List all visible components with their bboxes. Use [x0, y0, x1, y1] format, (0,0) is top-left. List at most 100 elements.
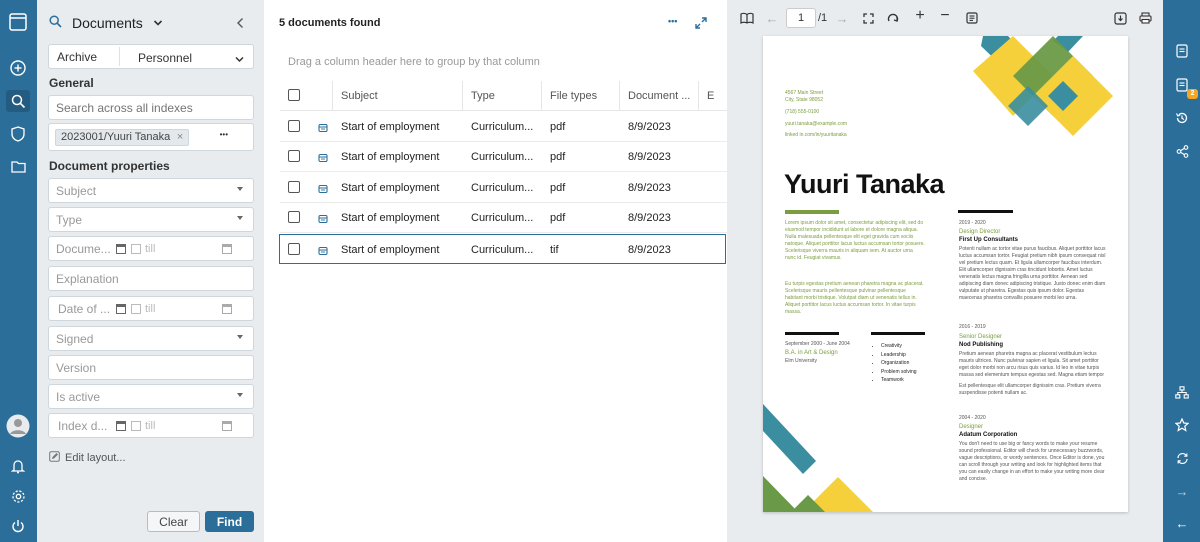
job-description-extra: Est pellentesque elit ullamcorper dignis…	[959, 383, 1101, 396]
page-total: /1	[818, 12, 828, 24]
remove-tag-icon[interactable]: ×	[177, 131, 183, 143]
more-options-icon[interactable]: •••	[220, 130, 228, 139]
collapse-panel-icon[interactable]	[236, 17, 244, 32]
search-icon[interactable]	[6, 90, 30, 112]
zoom-out-icon[interactable]: −	[937, 7, 953, 24]
document-properties-icon[interactable]	[964, 10, 980, 26]
row-checkbox[interactable]	[288, 150, 300, 162]
search-input[interactable]	[48, 95, 254, 120]
signed-select[interactable]: Signed	[48, 326, 254, 351]
star-icon[interactable]	[1175, 418, 1189, 432]
column-header-subject[interactable]: Subject	[332, 81, 462, 111]
general-heading: General	[49, 76, 94, 90]
till-checkbox[interactable]	[131, 421, 141, 431]
arrow-right-icon[interactable]: →	[1175, 484, 1189, 499]
calendar-icon[interactable]	[116, 421, 126, 431]
document-type-icon	[318, 122, 328, 136]
left-rail	[0, 0, 37, 542]
zoom-in-icon[interactable]: +	[912, 7, 928, 24]
calendar-icon[interactable]	[116, 304, 126, 314]
arrow-right-icon[interactable]: →	[834, 10, 850, 26]
more-options-icon[interactable]: •••	[668, 16, 677, 26]
index-date-range[interactable]: Index d... till	[48, 413, 254, 438]
bell-icon[interactable]	[8, 456, 28, 476]
column-header-document-date[interactable]: Document ...	[619, 81, 698, 111]
arrow-left-icon[interactable]: ←	[1175, 516, 1189, 531]
resume-name: Yuuri Tanaka	[784, 169, 945, 199]
chevron-down-icon[interactable]	[153, 16, 163, 30]
resume-address-line: City, State 98052	[785, 97, 823, 103]
gear-icon[interactable]	[8, 486, 28, 506]
till-checkbox[interactable]	[131, 304, 141, 314]
column-header-file-types[interactable]: File types	[541, 81, 619, 111]
archive-value: Personnel	[138, 51, 193, 65]
folder-icon[interactable]	[8, 156, 28, 176]
type-select[interactable]: Type	[48, 207, 254, 232]
version-placeholder: Version	[56, 360, 97, 375]
till-checkbox[interactable]	[131, 244, 141, 254]
document-icon[interactable]	[1175, 44, 1189, 58]
edit-layout-link[interactable]: Edit layout...	[49, 451, 126, 465]
date-of-range[interactable]: Date of ... till	[48, 296, 254, 321]
calendar-icon[interactable]	[116, 244, 126, 254]
table-row[interactable]: Start of employment Curriculum... pdf 8/9/2…	[280, 142, 727, 172]
sync-icon[interactable]	[1175, 451, 1189, 465]
resume-phone: (718) 555-0100	[785, 109, 820, 115]
column-header-type[interactable]: Type	[462, 81, 541, 111]
row-checkbox[interactable]	[288, 211, 300, 223]
rotate-icon[interactable]	[885, 10, 901, 26]
add-icon[interactable]	[8, 58, 28, 78]
book-icon[interactable]	[739, 10, 755, 26]
table-row[interactable]: Start of employment Curriculum... pdf 8/9/2…	[280, 112, 727, 142]
job-dates: 2004 - 2020	[959, 415, 986, 421]
resume-intro-2: Eu turpis egestas pretium aenean pharetr…	[785, 281, 924, 315]
history-icon[interactable]	[1175, 111, 1189, 125]
calendar-icon[interactable]	[222, 304, 232, 314]
row-checkbox[interactable]	[288, 243, 300, 255]
calendar-icon[interactable]	[222, 244, 232, 254]
column-header-e[interactable]: E	[698, 81, 727, 111]
explanation-field[interactable]: Explanation	[48, 266, 254, 291]
panel-title[interactable]: Documents	[72, 15, 143, 31]
archive-select[interactable]: Archive Personnel	[48, 44, 254, 69]
document-date-range[interactable]: Docume... till	[48, 236, 254, 261]
cell-subject: Start of employment	[341, 212, 440, 224]
power-icon[interactable]	[8, 516, 28, 536]
app-logo-icon[interactable]	[8, 12, 28, 32]
table-header: Subject Type File types Document ... E	[280, 81, 727, 111]
row-checkbox[interactable]	[288, 120, 300, 132]
version-field[interactable]: Version	[48, 355, 254, 380]
expand-icon[interactable]	[695, 17, 707, 32]
table-row[interactable]: Start of employment Curriculum... tif 8/9/2…	[279, 234, 726, 264]
document-type-icon	[318, 213, 328, 227]
shield-icon[interactable]	[8, 124, 28, 144]
download-icon[interactable]	[1112, 10, 1128, 26]
select-all-checkbox[interactable]	[288, 89, 300, 101]
table-row[interactable]: Start of employment Curriculum... pdf 8/9/2…	[280, 203, 727, 233]
skill-item: Teamwork	[881, 376, 917, 385]
cell-subject: Start of employment	[341, 151, 440, 163]
is-active-select[interactable]: Is active	[48, 384, 254, 409]
document-type-icon	[318, 245, 328, 259]
group-by-hint[interactable]: Drag a column header here to group by th…	[288, 56, 540, 68]
arrow-left-icon[interactable]: ←	[764, 10, 780, 26]
hierarchy-icon[interactable]	[1175, 385, 1189, 399]
print-icon[interactable]	[1137, 10, 1153, 26]
tag-field[interactable]: 2023001/Yuuri Tanaka × •••	[48, 123, 254, 151]
table-row[interactable]: Start of employment Curriculum... pdf 8/9/2…	[280, 173, 727, 203]
subject-select[interactable]: Subject	[48, 178, 254, 203]
results-count: 5 documents found	[279, 17, 381, 29]
row-checkbox[interactable]	[288, 181, 300, 193]
calendar-icon[interactable]	[222, 421, 232, 431]
clear-button[interactable]: Clear	[147, 511, 200, 532]
find-button[interactable]: Find	[205, 511, 254, 532]
skill-item: Problem solving	[881, 368, 917, 377]
page-number-input[interactable]: 1	[786, 8, 816, 28]
results-panel: 5 documents found ••• Drag a column head…	[264, 0, 727, 542]
date-of-placeholder: Date of ...	[58, 301, 111, 316]
cell-document-date: 8/9/2023	[628, 212, 671, 224]
share-icon[interactable]	[1175, 144, 1189, 158]
avatar[interactable]	[6, 414, 30, 438]
fit-page-icon[interactable]	[860, 10, 876, 26]
filter-tag: 2023001/Yuuri Tanaka ×	[55, 129, 190, 146]
